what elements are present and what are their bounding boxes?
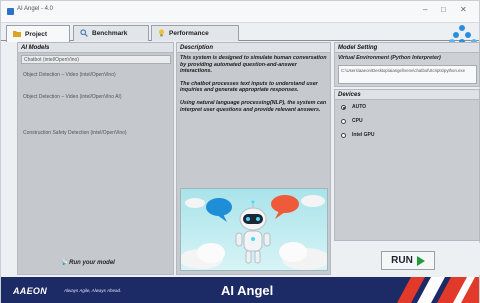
venv-path-field[interactable]: C:\Users\aaeon\Desktop\aiangel\venv\chat… [338, 65, 477, 84]
footer-banner: AAEON Always Agile, Always Ahead. AI Ang… [1, 277, 479, 303]
devices-panel: Devices AUTO CPU Intel GPU [334, 89, 480, 241]
tab-benchmark[interactable]: Benchmark [73, 25, 149, 41]
footer-stripes [397, 277, 479, 303]
run-button-label: RUN [391, 255, 413, 266]
device-option-intel-gpu[interactable]: Intel GPU [341, 132, 375, 138]
app-icon [7, 8, 14, 15]
panel-header: Devices [335, 90, 479, 100]
device-label: AUTO [352, 104, 367, 110]
folder-icon [13, 30, 21, 39]
panel-header: AI Models [18, 43, 173, 53]
description-paragraph: The chatbot processes text inputs to und… [180, 80, 318, 94]
magnifier-icon [80, 28, 88, 39]
run-button[interactable]: RUN [381, 251, 435, 270]
model-item[interactable]: Chatbot (intel/OpenVino) [21, 55, 171, 64]
radio-button[interactable] [341, 132, 346, 138]
panel-header: Model Setting [335, 43, 479, 53]
footer-title: AI Angel [221, 283, 274, 298]
description-paragraph: Using natural language processing(NLP), … [180, 99, 327, 113]
chatbot-robot-image [180, 188, 328, 271]
tab-label: Project [25, 30, 48, 38]
model-item[interactable]: Object Detection – Video (intel/OpenVino… [21, 93, 171, 102]
model-setting-panel: Model Setting Virtual Environment (Pytho… [334, 42, 480, 87]
device-label: CPU [352, 118, 363, 124]
panel-header: Description [177, 43, 330, 53]
ai-models-panel: AI Models Chatbot (intel/OpenVino) Objec… [17, 42, 174, 275]
tab-project[interactable]: Project [6, 25, 70, 42]
model-item[interactable]: Object Detection – Video (intel/OpenVino… [21, 71, 171, 80]
run-your-model-button[interactable]: 📡 Run your model [60, 259, 115, 266]
tab-label: Performance [169, 30, 209, 37]
device-option-cpu[interactable]: CPU [341, 118, 363, 124]
run-area: RUN [334, 243, 480, 275]
app-window: AI Angel - 4.0 – □ ✕ Project Benchmark P… [0, 0, 480, 303]
window-title: AI Angel - 4.0 [17, 6, 54, 12]
close-icon[interactable]: ✕ [460, 5, 467, 14]
aaeon-logo: AAEON [13, 286, 48, 296]
run-model-label: Run your model [69, 260, 115, 266]
description-text: This system is designed to simulate huma… [180, 55, 328, 119]
venv-label: Virtual Environment (Python Interpreter) [338, 55, 441, 61]
run-model-icon: 📡 [60, 260, 68, 266]
tab-label: Benchmark [92, 30, 128, 37]
device-option-auto[interactable]: AUTO [341, 104, 366, 110]
title-bar: AI Angel - 4.0 – □ ✕ [1, 1, 479, 23]
description-paragraph: This system is designed to simulate huma… [180, 55, 327, 75]
description-panel: Description This system is designed to s… [176, 42, 331, 275]
minimize-icon[interactable]: – [423, 5, 427, 14]
tab-bar: Project Benchmark Performance [1, 23, 479, 42]
device-label: Intel GPU [352, 132, 375, 138]
play-icon [416, 255, 425, 266]
tagline: Always Agile, Always Ahead. [64, 288, 122, 293]
model-item[interactable]: Construction Safety Detection (intel/Ope… [21, 129, 171, 138]
radio-button[interactable] [341, 118, 346, 124]
radio-button[interactable] [341, 104, 346, 110]
maximize-icon[interactable]: □ [441, 5, 446, 14]
tab-performance[interactable]: Performance [151, 25, 239, 41]
lightbulb-icon [158, 28, 165, 39]
